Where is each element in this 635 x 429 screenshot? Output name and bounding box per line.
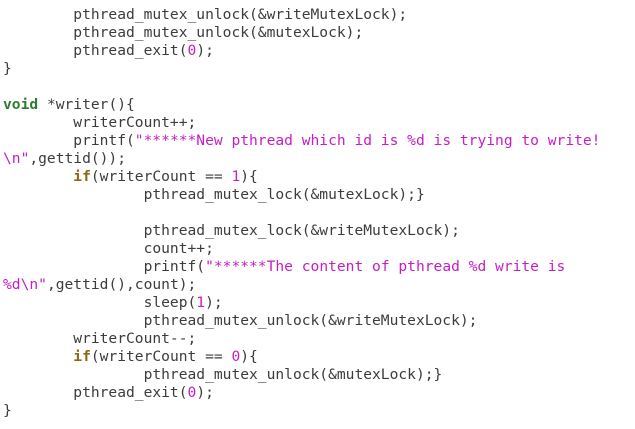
code-text: writerCount--; bbox=[3, 330, 197, 347]
string-literal: %d\n" bbox=[3, 276, 47, 293]
code-text: (writerCount == bbox=[90, 348, 232, 365]
string-literal: "******The content of pthread %d write i… bbox=[205, 258, 566, 275]
code-line[interactable]: count++; bbox=[3, 240, 214, 258]
code-line[interactable]: pthread_exit(0); bbox=[3, 384, 214, 402]
number-literal: 0 bbox=[187, 384, 197, 401]
number-literal: 0 bbox=[187, 42, 197, 59]
code-text: pthread_mutex_unlock(&writeMutexLock); bbox=[3, 6, 408, 23]
code-text: pthread_mutex_lock(&mutexLock);} bbox=[3, 186, 425, 203]
code-line[interactable]: writerCount++; bbox=[3, 114, 196, 132]
code-text: ); bbox=[196, 42, 214, 59]
keyword-token: if bbox=[73, 348, 91, 365]
code-text: pthread_mutex_unlock(&mutexLock);} bbox=[3, 366, 443, 383]
code-text: printf( bbox=[3, 132, 135, 149]
code-line[interactable]: if(writerCount == 1){ bbox=[3, 168, 258, 186]
code-text: (writerCount == bbox=[90, 168, 232, 185]
code-text: pthread_mutex_unlock(&mutexLock); bbox=[3, 24, 364, 41]
code-editor[interactable]: pthread_mutex_unlock(&writeMutexLock); p… bbox=[0, 0, 635, 429]
code-text: ,gettid()); bbox=[29, 150, 127, 167]
code-line[interactable]: pthread_exit(0); bbox=[3, 42, 214, 60]
code-line[interactable]: printf("******The content of pthread %d … bbox=[3, 258, 566, 276]
code-line[interactable]: } bbox=[3, 402, 12, 420]
code-line[interactable]: pthread_mutex_unlock(&mutexLock);} bbox=[3, 366, 443, 384]
code-text: *writer(){ bbox=[38, 96, 135, 113]
code-text: printf( bbox=[3, 258, 206, 275]
code-text: ,gettid(),count); bbox=[46, 276, 197, 293]
code-line[interactable]: printf("******New pthread which id is %d… bbox=[3, 132, 600, 150]
code-text: pthread_mutex_unlock(&writeMutexLock); bbox=[3, 312, 478, 329]
code-text: } bbox=[3, 402, 12, 419]
code-line[interactable]: writerCount--; bbox=[3, 330, 196, 348]
code-line[interactable]: \n",gettid()); bbox=[3, 150, 126, 168]
code-line[interactable]: pthread_mutex_lock(&writeMutexLock); bbox=[3, 222, 460, 240]
code-text: count++; bbox=[3, 240, 214, 257]
code-text: writerCount++; bbox=[3, 114, 197, 131]
code-text: ){ bbox=[240, 168, 258, 185]
code-line[interactable]: pthread_mutex_unlock(&writeMutexLock); bbox=[3, 6, 407, 24]
code-line[interactable]: pthread_mutex_unlock(&mutexLock); bbox=[3, 24, 363, 42]
code-text: pthread_mutex_lock(&writeMutexLock); bbox=[3, 222, 460, 239]
code-line[interactable]: pthread_mutex_lock(&mutexLock);} bbox=[3, 186, 425, 204]
code-line[interactable]: %d\n",gettid(),count); bbox=[3, 276, 196, 294]
code-text: ){ bbox=[240, 348, 258, 365]
number-literal: 1 bbox=[231, 168, 241, 185]
code-text: pthread_exit( bbox=[3, 384, 188, 401]
number-literal: 1 bbox=[196, 294, 206, 311]
code-text: sleep( bbox=[3, 294, 197, 311]
code-text: ); bbox=[196, 384, 214, 401]
code-text: pthread_exit( bbox=[3, 42, 188, 59]
number-literal: 0 bbox=[231, 348, 241, 365]
code-text: ); bbox=[205, 294, 223, 311]
code-text: } bbox=[3, 60, 12, 77]
string-literal: \n" bbox=[3, 150, 30, 167]
keyword-token: if bbox=[73, 168, 91, 185]
code-line[interactable]: void *writer(){ bbox=[3, 96, 135, 114]
code-line[interactable]: if(writerCount == 0){ bbox=[3, 348, 258, 366]
string-literal: "******New pthread which id is %d is try… bbox=[134, 132, 601, 149]
code-line[interactable]: } bbox=[3, 60, 12, 78]
code-line[interactable]: pthread_mutex_unlock(&writeMutexLock); bbox=[3, 312, 478, 330]
code-line[interactable]: sleep(1); bbox=[3, 294, 223, 312]
type-token: void bbox=[3, 96, 39, 113]
